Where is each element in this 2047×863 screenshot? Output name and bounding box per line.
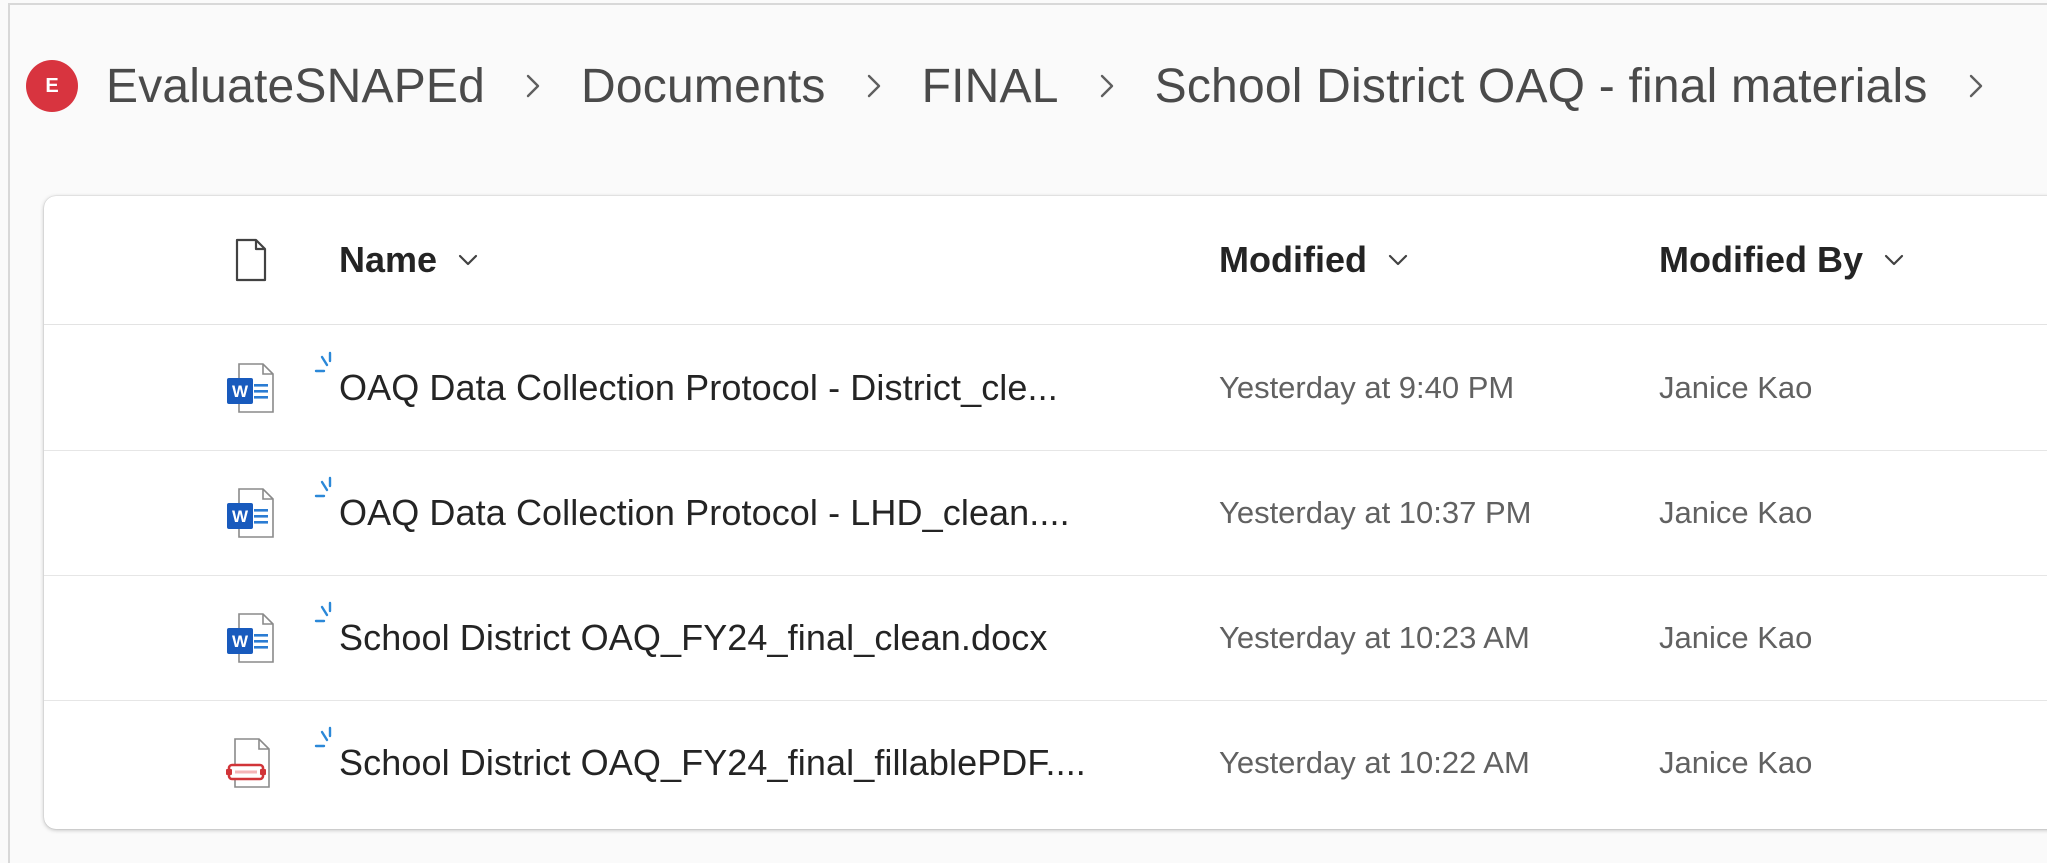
name-column-label: Name bbox=[339, 239, 438, 280]
chevron-right-icon bbox=[523, 72, 543, 100]
modified-cell: Yesterday at 9:40 PM bbox=[1219, 369, 1515, 405]
modified-cell: Yesterday at 10:23 AM bbox=[1219, 619, 1530, 655]
table-row[interactable]: W School District OAQ_FY24_final_clean.d… bbox=[44, 575, 2047, 701]
breadcrumb-item-current-folder[interactable]: School District OAQ - final materials bbox=[1155, 59, 1928, 114]
svg-text:W: W bbox=[232, 632, 249, 651]
svg-text:W: W bbox=[232, 507, 249, 526]
modified-by-cell[interactable]: Janice Kao bbox=[1659, 325, 1812, 450]
file-type-column-header[interactable] bbox=[216, 196, 286, 324]
word-doc-icon: W bbox=[216, 575, 286, 700]
table-row[interactable]: W OAQ Data Collection Protocol - Distric… bbox=[44, 325, 2047, 451]
new-item-icon bbox=[314, 726, 332, 748]
site-avatar[interactable]: E bbox=[26, 60, 78, 112]
chevron-down-icon bbox=[458, 254, 478, 266]
file-type-icon bbox=[235, 238, 267, 282]
svg-text:W: W bbox=[232, 382, 249, 401]
modified-by-column-label: Modified By bbox=[1659, 239, 1863, 280]
breadcrumb-item-final[interactable]: FINAL bbox=[922, 59, 1059, 114]
modified-by-cell[interactable]: Janice Kao bbox=[1659, 700, 1812, 825]
pdf-doc-icon bbox=[216, 700, 286, 825]
modified-by-cell[interactable]: Janice Kao bbox=[1659, 575, 1812, 700]
breadcrumb-item-documents[interactable]: Documents bbox=[581, 59, 826, 114]
word-doc-icon: W bbox=[216, 450, 286, 575]
modified-column-label: Modified bbox=[1219, 239, 1367, 280]
modified-by-cell[interactable]: Janice Kao bbox=[1659, 450, 1812, 575]
app-frame: E EvaluateSNAPEd Documents FINAL School … bbox=[0, 0, 2047, 863]
new-item-icon bbox=[314, 351, 332, 373]
breadcrumb-item-site[interactable]: EvaluateSNAPEd bbox=[106, 59, 485, 114]
table-row[interactable]: School District OAQ_FY24_final_fillableP… bbox=[44, 700, 2047, 825]
file-name-link[interactable]: OAQ Data Collection Protocol - District_… bbox=[339, 325, 1058, 450]
chevron-right-icon bbox=[864, 72, 884, 100]
modified-cell: Yesterday at 10:22 AM bbox=[1219, 744, 1530, 780]
frame-border bbox=[8, 3, 10, 863]
modified-column-header[interactable]: Modified bbox=[1219, 196, 1409, 324]
list-header: Name Modified Modified By bbox=[44, 196, 2047, 325]
file-list: Name Modified Modified By W OAQ Data Col… bbox=[44, 196, 2047, 829]
word-doc-icon: W bbox=[216, 325, 286, 450]
breadcrumb: E EvaluateSNAPEd Documents FINAL School … bbox=[26, 55, 2024, 117]
new-item-icon bbox=[314, 601, 332, 623]
frame-border bbox=[8, 3, 2047, 5]
chevron-down-icon bbox=[1388, 254, 1408, 266]
name-column-header[interactable]: Name bbox=[339, 196, 479, 324]
chevron-right-icon bbox=[1097, 72, 1117, 100]
table-row[interactable]: W OAQ Data Collection Protocol - LHD_cle… bbox=[44, 450, 2047, 576]
file-name-link[interactable]: School District OAQ_FY24_final_clean.doc… bbox=[339, 575, 1047, 700]
file-name-link[interactable]: School District OAQ_FY24_final_fillableP… bbox=[339, 700, 1086, 825]
chevron-down-icon bbox=[1884, 254, 1904, 266]
new-item-icon bbox=[314, 476, 332, 498]
chevron-right-icon[interactable] bbox=[1966, 72, 1986, 100]
file-name-link[interactable]: OAQ Data Collection Protocol - LHD_clean… bbox=[339, 450, 1070, 575]
modified-cell: Yesterday at 10:37 PM bbox=[1219, 494, 1532, 530]
modified-by-column-header[interactable]: Modified By bbox=[1659, 196, 1905, 324]
